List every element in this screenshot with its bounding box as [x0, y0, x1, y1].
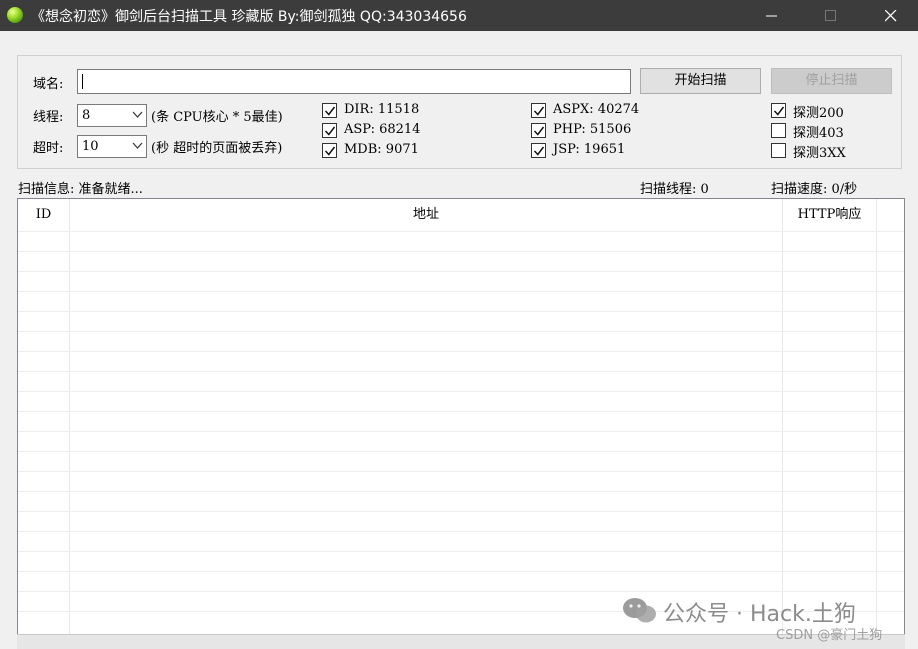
close-button[interactable]: [868, 0, 914, 31]
checkbox-label: DIR: 11518: [344, 102, 420, 117]
row-divider: [18, 591, 904, 592]
close-icon: [885, 10, 897, 22]
timeout-label: 超时:: [33, 141, 64, 156]
wechat-icon: [623, 598, 656, 623]
results-table[interactable]: ID 地址 HTTP响应: [17, 198, 905, 636]
chevron-down-icon: [132, 111, 143, 118]
row-divider: [18, 571, 904, 572]
window-title: 《想念初恋》御剑后台扫描工具 珍藏版 By:御剑孤独 QQ:343034656: [31, 9, 467, 25]
row-divider: [18, 471, 904, 472]
checkmark-icon: [324, 146, 336, 156]
domain-label: 域名:: [33, 77, 64, 92]
row-divider: [18, 551, 904, 552]
threads-value: 8: [82, 108, 91, 123]
row-divider: [18, 491, 904, 492]
maximize-icon: [825, 10, 836, 21]
scan-threads-status: 扫描线程: 0: [640, 182, 709, 197]
threads-hint: (条 CPU核心 * 5最佳): [151, 110, 283, 125]
row-divider: [18, 231, 904, 232]
app-icon: [7, 7, 23, 23]
checkbox-box: [771, 103, 786, 118]
checkbox-box: [531, 103, 546, 118]
chevron-down-icon: [132, 142, 143, 149]
timeout-value: 10: [82, 139, 99, 154]
scan-speed-status: 扫描速度: 0/秒: [771, 182, 858, 197]
checkbox-label: JSP: 19651: [553, 142, 626, 157]
row-divider: [18, 411, 904, 412]
checkmark-icon: [773, 106, 785, 116]
start-scan-button[interactable]: 开始扫描: [640, 68, 761, 94]
checkbox-box: [322, 123, 337, 138]
checkmark-icon: [324, 106, 336, 116]
checkmark-icon: [533, 146, 545, 156]
timeout-select[interactable]: 10: [77, 135, 147, 158]
maximize-button[interactable]: [808, 0, 854, 31]
row-divider: [18, 271, 904, 272]
checkbox-box: [322, 143, 337, 158]
row-divider: [18, 451, 904, 452]
row-divider: [18, 531, 904, 532]
scan-info-status: 扫描信息: 准备就绪...: [18, 182, 143, 197]
checkmark-icon: [533, 126, 545, 136]
column-header-address[interactable]: 地址: [70, 199, 782, 231]
threads-select[interactable]: 8: [77, 104, 147, 127]
row-divider: [18, 351, 904, 352]
domain-input[interactable]: [77, 69, 631, 94]
checkbox-box: [531, 143, 546, 158]
row-divider: [18, 431, 904, 432]
checkbox-box: [322, 103, 337, 118]
row-divider: [18, 331, 904, 332]
row-divider: [18, 511, 904, 512]
checkbox-label: MDB: 9071: [344, 142, 419, 157]
checkbox-label: 探测3XX: [793, 146, 846, 161]
column-header-http-response[interactable]: HTTP响应: [783, 199, 876, 231]
row-divider: [18, 371, 904, 372]
checkmark-icon: [533, 106, 545, 116]
horizontal-scrollbar[interactable]: [17, 634, 905, 649]
checkmark-icon: [324, 126, 336, 136]
minimize-button[interactable]: [749, 0, 795, 31]
row-divider: [18, 291, 904, 292]
column-divider: [782, 199, 783, 635]
checkbox-label: ASPX: 40274: [553, 102, 640, 117]
minimize-icon: [766, 15, 777, 17]
row-divider: [18, 391, 904, 392]
title-bar: 《想念初恋》御剑后台扫描工具 珍藏版 By:御剑孤独 QQ:343034656: [0, 0, 918, 31]
stop-scan-button[interactable]: 停止扫描: [771, 68, 892, 94]
column-header-id[interactable]: ID: [18, 199, 69, 231]
column-divider: [876, 199, 877, 635]
row-divider: [18, 311, 904, 312]
checkbox-box: [771, 143, 786, 158]
watermark-source: CSDN @豪门土狗: [776, 628, 883, 643]
checkbox-label: 探测403: [793, 126, 844, 141]
checkbox-label: PHP: 51506: [553, 122, 632, 137]
checkbox-box: [771, 123, 786, 138]
table-header: ID 地址 HTTP响应: [18, 199, 904, 231]
checkbox-label: ASP: 68214: [344, 122, 421, 137]
checkbox-box: [531, 123, 546, 138]
text-caret: [82, 74, 83, 89]
checkbox-label: 探测200: [793, 106, 844, 121]
threads-label: 线程:: [33, 110, 64, 125]
row-divider: [18, 251, 904, 252]
column-divider: [69, 199, 70, 635]
timeout-hint: (秒 超时的页面被丢弃): [151, 141, 283, 156]
